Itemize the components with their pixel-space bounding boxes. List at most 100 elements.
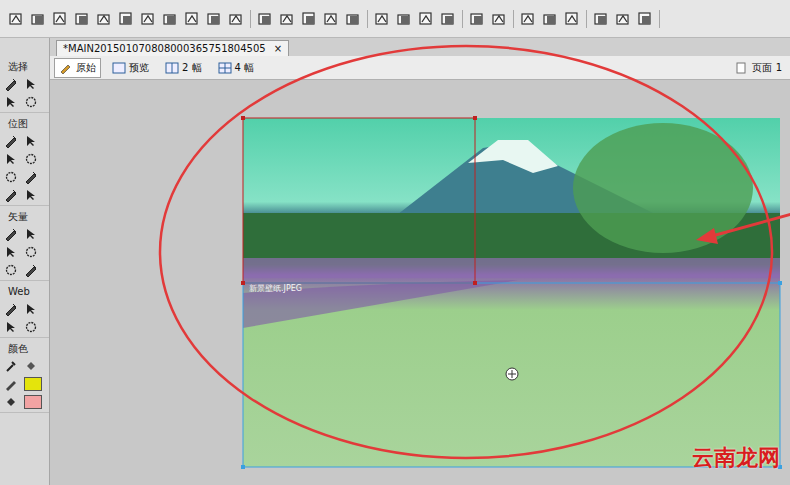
tool-icon[interactable]	[4, 152, 18, 166]
close-tab-button[interactable]: ×	[274, 42, 282, 55]
annotation-ellipse	[160, 46, 772, 458]
toolbar-button-icon[interactable]	[184, 11, 200, 27]
tool-icon[interactable]	[24, 95, 38, 109]
view-tab[interactable]: 预览	[107, 58, 154, 78]
tool-icon[interactable]	[24, 77, 38, 91]
tool-icon[interactable]	[24, 134, 38, 148]
tool-icon[interactable]	[24, 320, 38, 334]
canvas-area: 新景壁纸.JPEG	[50, 80, 790, 485]
toolbar-button-icon[interactable]	[118, 11, 134, 27]
move-handle-icon[interactable]	[506, 368, 518, 380]
section-label: 选择	[0, 60, 49, 73]
tool-icon[interactable]	[24, 170, 38, 184]
tool-section: 矢量	[0, 210, 49, 281]
toolbar-button-icon[interactable]	[8, 11, 24, 27]
section-label: 矢量	[0, 210, 49, 223]
slice-outline[interactable]	[243, 283, 780, 467]
toolbar-button-icon[interactable]	[96, 11, 112, 27]
eyedropper-icon[interactable]	[4, 359, 18, 373]
toolbar-separator	[250, 10, 251, 28]
toolbar-separator	[513, 10, 514, 28]
toolbar-button-icon[interactable]	[374, 11, 390, 27]
toolbar-button-icon[interactable]	[396, 11, 412, 27]
toolbar-button-icon[interactable]	[279, 11, 295, 27]
landscape-photo[interactable]: 新景壁纸.JPEG	[243, 118, 780, 467]
slice-handle[interactable]	[473, 281, 477, 285]
photo-content	[243, 118, 780, 467]
toolbar-button-icon[interactable]	[323, 11, 339, 27]
toolbar-button-icon[interactable]	[418, 11, 434, 27]
fill-color-swatch[interactable]	[24, 395, 42, 409]
stroke-color-swatch[interactable]	[24, 377, 42, 391]
pencil-icon	[4, 377, 18, 391]
slice-outline[interactable]	[243, 118, 475, 283]
toolbar-button-icon[interactable]	[301, 11, 317, 27]
slice-handle[interactable]	[241, 116, 245, 120]
paint-bucket-icon[interactable]	[24, 359, 38, 373]
tool-icon[interactable]	[4, 320, 18, 334]
tool-section: Web	[0, 285, 49, 338]
tool-icon[interactable]	[4, 170, 18, 184]
section-label: 颜色	[0, 342, 49, 355]
tool-icon[interactable]	[24, 302, 38, 316]
toolbar-button-icon[interactable]	[637, 11, 653, 27]
tool-icon[interactable]	[4, 227, 18, 241]
tool-icon[interactable]	[24, 152, 38, 166]
toolbar-button-icon[interactable]	[162, 11, 178, 27]
tool-icon[interactable]	[24, 188, 38, 202]
document-tab[interactable]: *MAIN201501070808000365751804505×	[56, 40, 289, 56]
slice-handle[interactable]	[473, 116, 477, 120]
tool-icon[interactable]	[4, 263, 18, 277]
tool-icon[interactable]	[4, 134, 18, 148]
view-tab[interactable]: 原始	[54, 58, 101, 78]
view-mode-icon	[218, 62, 232, 74]
toolbar-button-icon[interactable]	[52, 11, 68, 27]
tools-panel: 选择位图矢量 Web 颜色	[0, 38, 50, 485]
main-toolbar	[0, 0, 790, 38]
toolbar-button-icon[interactable]	[30, 11, 46, 27]
document-tab-bar: *MAIN201501070808000365751804505×	[50, 38, 790, 56]
page-icon	[736, 62, 746, 74]
toolbar-button-icon[interactable]	[228, 11, 244, 27]
toolbar-separator	[367, 10, 368, 28]
toolbar-button-icon[interactable]	[469, 11, 485, 27]
toolbar-button-icon[interactable]	[345, 11, 361, 27]
tool-section: 选择	[0, 60, 49, 113]
toolbar-button-icon[interactable]	[74, 11, 90, 27]
tool-icon[interactable]	[4, 77, 18, 91]
tool-icon[interactable]	[4, 188, 18, 202]
toolbar-button-icon[interactable]	[542, 11, 558, 27]
section-label: Web	[0, 285, 49, 298]
editor-window: 选择位图矢量 Web 颜色 *MAIN201501070808000365751804…	[0, 0, 790, 485]
fill-icon	[4, 395, 18, 409]
toolbar-button-icon[interactable]	[206, 11, 222, 27]
tool-icon[interactable]	[24, 263, 38, 277]
toolbar-button-icon[interactable]	[491, 11, 507, 27]
toolbar-button-icon[interactable]	[140, 11, 156, 27]
toolbar-button-icon[interactable]	[257, 11, 273, 27]
toolbar-button-icon[interactable]	[520, 11, 536, 27]
tool-section: 位图	[0, 117, 49, 206]
slice-handle[interactable]	[778, 281, 782, 285]
toolbar-separator	[462, 10, 463, 28]
tool-icon[interactable]	[24, 245, 38, 259]
tool-icon[interactable]	[4, 302, 18, 316]
tool-icon[interactable]	[4, 245, 18, 259]
slice-handle[interactable]	[241, 465, 245, 469]
toolbar-button-icon[interactable]	[615, 11, 631, 27]
tool-icon[interactable]	[24, 227, 38, 241]
slice-label: 新景壁纸.JPEG	[249, 284, 302, 294]
view-bar: 原始预览 2 幅 4 幅 页面 1	[50, 56, 790, 80]
slice-handle[interactable]	[241, 281, 245, 285]
tool-icon[interactable]	[4, 95, 18, 109]
view-mode-icon	[165, 62, 179, 74]
toolbar-button-icon[interactable]	[593, 11, 609, 27]
tool-section: 颜色	[0, 342, 49, 413]
view-tab[interactable]: 2 幅	[160, 58, 207, 78]
toolbar-button-icon[interactable]	[440, 11, 456, 27]
toolbar-button-icon[interactable]	[564, 11, 580, 27]
page-selector[interactable]: 页面 1	[736, 61, 786, 75]
view-tab[interactable]: 4 幅	[213, 58, 260, 78]
view-mode-icon	[59, 62, 73, 74]
toolbar-separator	[659, 10, 660, 28]
